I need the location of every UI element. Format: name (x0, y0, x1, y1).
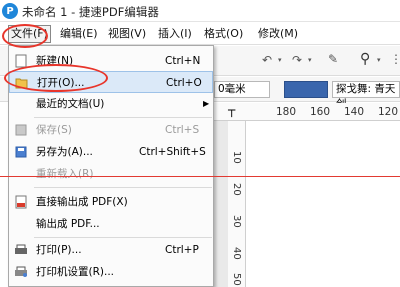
document-page[interactable] (246, 121, 400, 287)
menu-modify[interactable]: 修改(M) (256, 25, 300, 43)
title-bar: P 未命名 1 - 捷速PDF编辑器 (0, 0, 400, 22)
annotation-circle (2, 24, 48, 48)
menu-view[interactable]: 视图(V) (106, 25, 148, 43)
margin-field[interactable]: 0毫米 (214, 81, 270, 98)
redo-dropdown-icon[interactable]: ▾ (308, 56, 312, 64)
menu-item-label: 另存为(A)... (36, 146, 93, 158)
menu-item-reload[interactable]: 重新载入(R) (9, 163, 213, 185)
menu-item-print[interactable]: 打印(P)... Ctrl+P (9, 239, 213, 261)
toolbar-more-icon[interactable]: ⋮ (390, 52, 400, 66)
ruler-label: 20 (231, 183, 242, 196)
menu-bar: 文件(F) 编辑(E) 视图(V) 插入(I) 格式(O) 修改(M) (0, 23, 400, 45)
undo-icon[interactable]: ↶ (262, 53, 272, 67)
ruler-label: 50 (231, 273, 242, 286)
ruler-label: 10 (231, 151, 242, 164)
ruler-label: 140 (344, 106, 365, 118)
undo-dropdown-icon[interactable]: ▾ (278, 56, 282, 64)
page-gutter (214, 121, 228, 287)
menu-edit[interactable]: 编辑(E) (58, 25, 100, 43)
ruler-label: 120 (378, 106, 399, 118)
zoom-dropdown-icon[interactable]: ▾ (377, 56, 381, 64)
app-logo-icon: P (2, 3, 18, 19)
menu-insert[interactable]: 插入(I) (156, 25, 194, 43)
menu-separator (34, 117, 212, 118)
menu-item-shortcut: Ctrl+P (165, 244, 199, 256)
menu-item-label: 最近的文档(U) (36, 98, 105, 110)
menu-item-export-pdf[interactable]: 输出成 PDF... (9, 213, 213, 235)
menu-item-label: 打印机设置(R)... (36, 266, 115, 278)
format-brush-icon[interactable]: ✎ (328, 52, 338, 66)
menu-item-recent[interactable]: 最近的文档(U) ▶ (9, 93, 213, 115)
ruler-label: 180 (276, 106, 297, 118)
menu-item-label: 直接输出成 PDF(X) (36, 196, 128, 208)
menu-item-export-pdf-direct[interactable]: 直接输出成 PDF(X) (9, 191, 213, 213)
save-as-icon (14, 145, 28, 159)
redo-icon[interactable]: ↷ (292, 53, 302, 67)
menu-item-shortcut: Ctrl+O (166, 77, 202, 89)
pdf-export-icon (14, 195, 28, 209)
ruler-label: 40 (231, 247, 242, 260)
menu-item-label: 重新载入(R) (36, 168, 94, 180)
printer-icon (14, 243, 28, 257)
submenu-arrow-icon: ▶ (203, 99, 210, 108)
menu-item-label: 输出成 PDF... (36, 218, 100, 230)
menu-item-save-as[interactable]: 另存为(A)... Ctrl+Shift+S (9, 141, 213, 163)
window-title: 未命名 1 - 捷速PDF编辑器 (22, 5, 159, 19)
ruler-label: 160 (310, 106, 331, 118)
menu-item-shortcut: Ctrl+N (165, 55, 201, 67)
menu-item-shortcut: Ctrl+S (165, 124, 200, 136)
menu-item-label: 保存(S) (36, 124, 72, 136)
save-icon (14, 123, 28, 137)
menu-separator (34, 237, 212, 238)
menu-item-save[interactable]: 保存(S) Ctrl+S (9, 119, 213, 141)
printer-settings-icon (14, 265, 28, 279)
ruler-label: 30 (231, 215, 242, 228)
menu-item-shortcut: Ctrl+Shift+S (139, 146, 206, 158)
menu-item-label: 打印(P)... (36, 244, 82, 256)
annotation-ellipse (4, 64, 108, 92)
menu-format[interactable]: 格式(O) (202, 25, 245, 43)
menu-separator (34, 187, 212, 188)
annotation-line (0, 176, 400, 177)
color-swatch[interactable] (284, 81, 328, 98)
tab-stop-icon: ┬ (228, 103, 236, 117)
vertical-ruler: 10 20 30 40 50 (228, 121, 246, 287)
menu-item-printer-settings[interactable]: 打印机设置(R)... (9, 261, 213, 283)
magnifier-icon[interactable]: ⚲ (360, 51, 370, 67)
horizontal-ruler: ┬ 180 160 140 120 (214, 103, 400, 121)
style-field[interactable]: 探戈舞: 青天创 (332, 81, 400, 110)
